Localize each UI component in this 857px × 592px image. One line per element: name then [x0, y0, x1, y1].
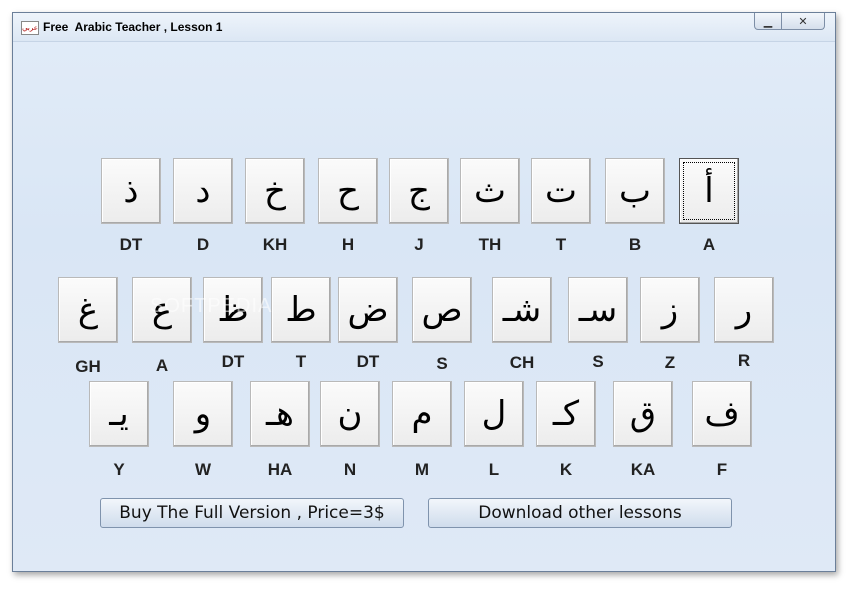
letter-label: L: [488, 460, 500, 479]
download-lessons-button[interactable]: Download other lessons: [428, 498, 732, 528]
letter-label: T: [555, 235, 567, 254]
letter-label: F: [716, 460, 728, 479]
letter-label: K: [559, 460, 573, 479]
letter-label: D: [196, 235, 210, 254]
letter-label: KH: [262, 235, 288, 254]
minimize-button[interactable]: ▁: [754, 13, 782, 30]
letter-key[interactable]: ر: [714, 277, 774, 343]
letter-label: J: [414, 235, 424, 254]
letter-key[interactable]: سـ: [568, 277, 628, 343]
letter-label: S: [592, 352, 604, 371]
letter-key[interactable]: يـ: [89, 381, 149, 447]
letter-label: M: [414, 460, 430, 479]
letter-label: T: [295, 352, 307, 371]
letter-label: N: [343, 460, 357, 479]
buy-full-version-button[interactable]: Buy The Full Version , Price=3$: [100, 498, 404, 528]
letter-key[interactable]: ن: [320, 381, 380, 447]
close-icon: ✕: [798, 14, 808, 28]
window-controls: ▁ ✕: [754, 13, 825, 31]
letter-key[interactable]: كـ: [536, 381, 596, 447]
letter-key[interactable]: ح: [318, 158, 378, 224]
letter-key[interactable]: ض: [338, 277, 398, 343]
letter-label: W: [194, 460, 212, 479]
letter-label: DT: [221, 352, 245, 371]
letter-label: DT: [119, 235, 143, 254]
letter-key[interactable]: ل: [464, 381, 524, 447]
letter-key[interactable]: أ: [679, 158, 739, 224]
letter-label: A: [702, 235, 716, 254]
letter-label: Z: [664, 353, 676, 372]
letter-key[interactable]: ق: [613, 381, 673, 447]
letter-key[interactable]: غ: [58, 277, 118, 343]
letter-key[interactable]: و: [173, 381, 233, 447]
letter-key[interactable]: ج: [389, 158, 449, 224]
letter-label: S: [436, 354, 448, 373]
letter-label: DT: [356, 352, 380, 371]
letter-label: B: [628, 235, 642, 254]
letter-key[interactable]: ف: [692, 381, 752, 447]
close-button[interactable]: ✕: [782, 13, 825, 30]
letter-key[interactable]: ظ: [203, 277, 263, 343]
letter-label: CH: [509, 353, 535, 372]
letter-key[interactable]: ت: [531, 158, 591, 224]
letter-key[interactable]: هـ: [250, 381, 310, 447]
letter-label: H: [341, 235, 355, 254]
letter-label: R: [737, 351, 751, 370]
letter-label: A: [155, 356, 169, 375]
letter-key[interactable]: شـ: [492, 277, 552, 343]
letter-key[interactable]: ز: [640, 277, 700, 343]
letter-label: HA: [267, 460, 293, 479]
letter-key[interactable]: ص: [412, 277, 472, 343]
letter-label: TH: [478, 235, 502, 254]
letter-key[interactable]: خ: [245, 158, 305, 224]
minimize-icon: ▁: [763, 14, 773, 28]
letter-key[interactable]: ث: [460, 158, 520, 224]
letter-key[interactable]: ط: [271, 277, 331, 343]
letter-key[interactable]: ذ: [101, 158, 161, 224]
letter-label: GH: [75, 357, 101, 376]
letter-label: KA: [630, 460, 656, 479]
letter-key[interactable]: ع: [132, 277, 192, 343]
app-icon: عربي: [21, 21, 39, 35]
letter-key[interactable]: م: [392, 381, 452, 447]
letter-label: Y: [113, 460, 125, 479]
window-title: Free Arabic Teacher , Lesson 1: [43, 20, 223, 34]
title-bar: عربي Free Arabic Teacher , Lesson 1 ▁ ✕: [13, 13, 835, 42]
letter-key[interactable]: ب: [605, 158, 665, 224]
letter-key[interactable]: د: [173, 158, 233, 224]
